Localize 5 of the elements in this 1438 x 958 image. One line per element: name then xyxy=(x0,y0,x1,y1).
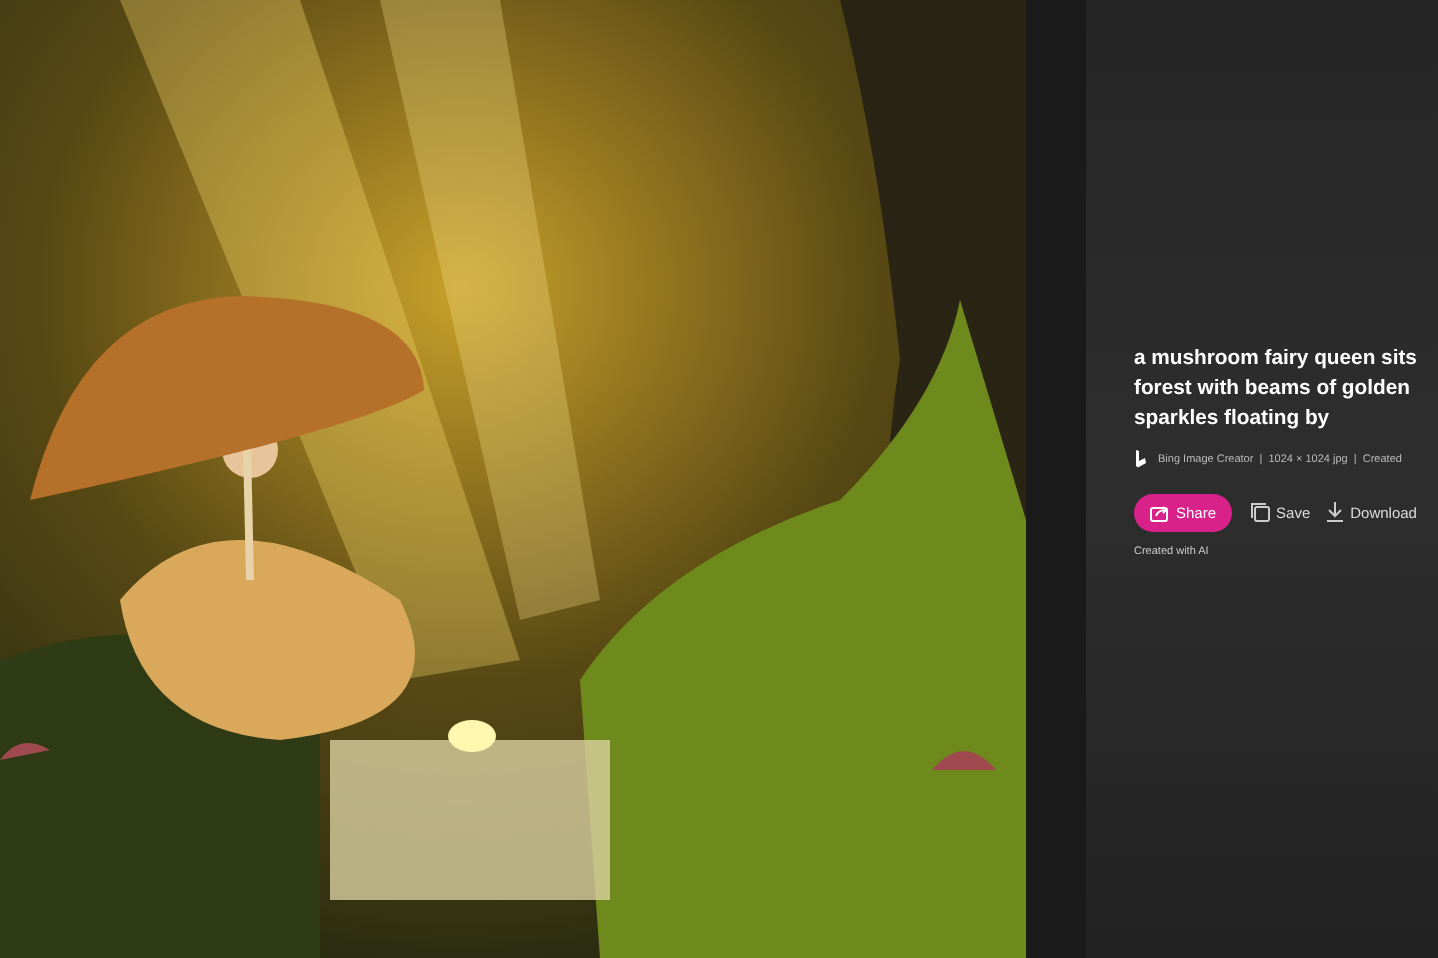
collection-icon xyxy=(1250,502,1271,522)
share-icon xyxy=(1150,503,1170,521)
download-icon xyxy=(1326,502,1345,522)
image-title: a mushroom fairy queen sits forest with beams of golden sparkles floating by xyxy=(1134,346,1419,434)
b-logo-icon xyxy=(1134,450,1148,468)
